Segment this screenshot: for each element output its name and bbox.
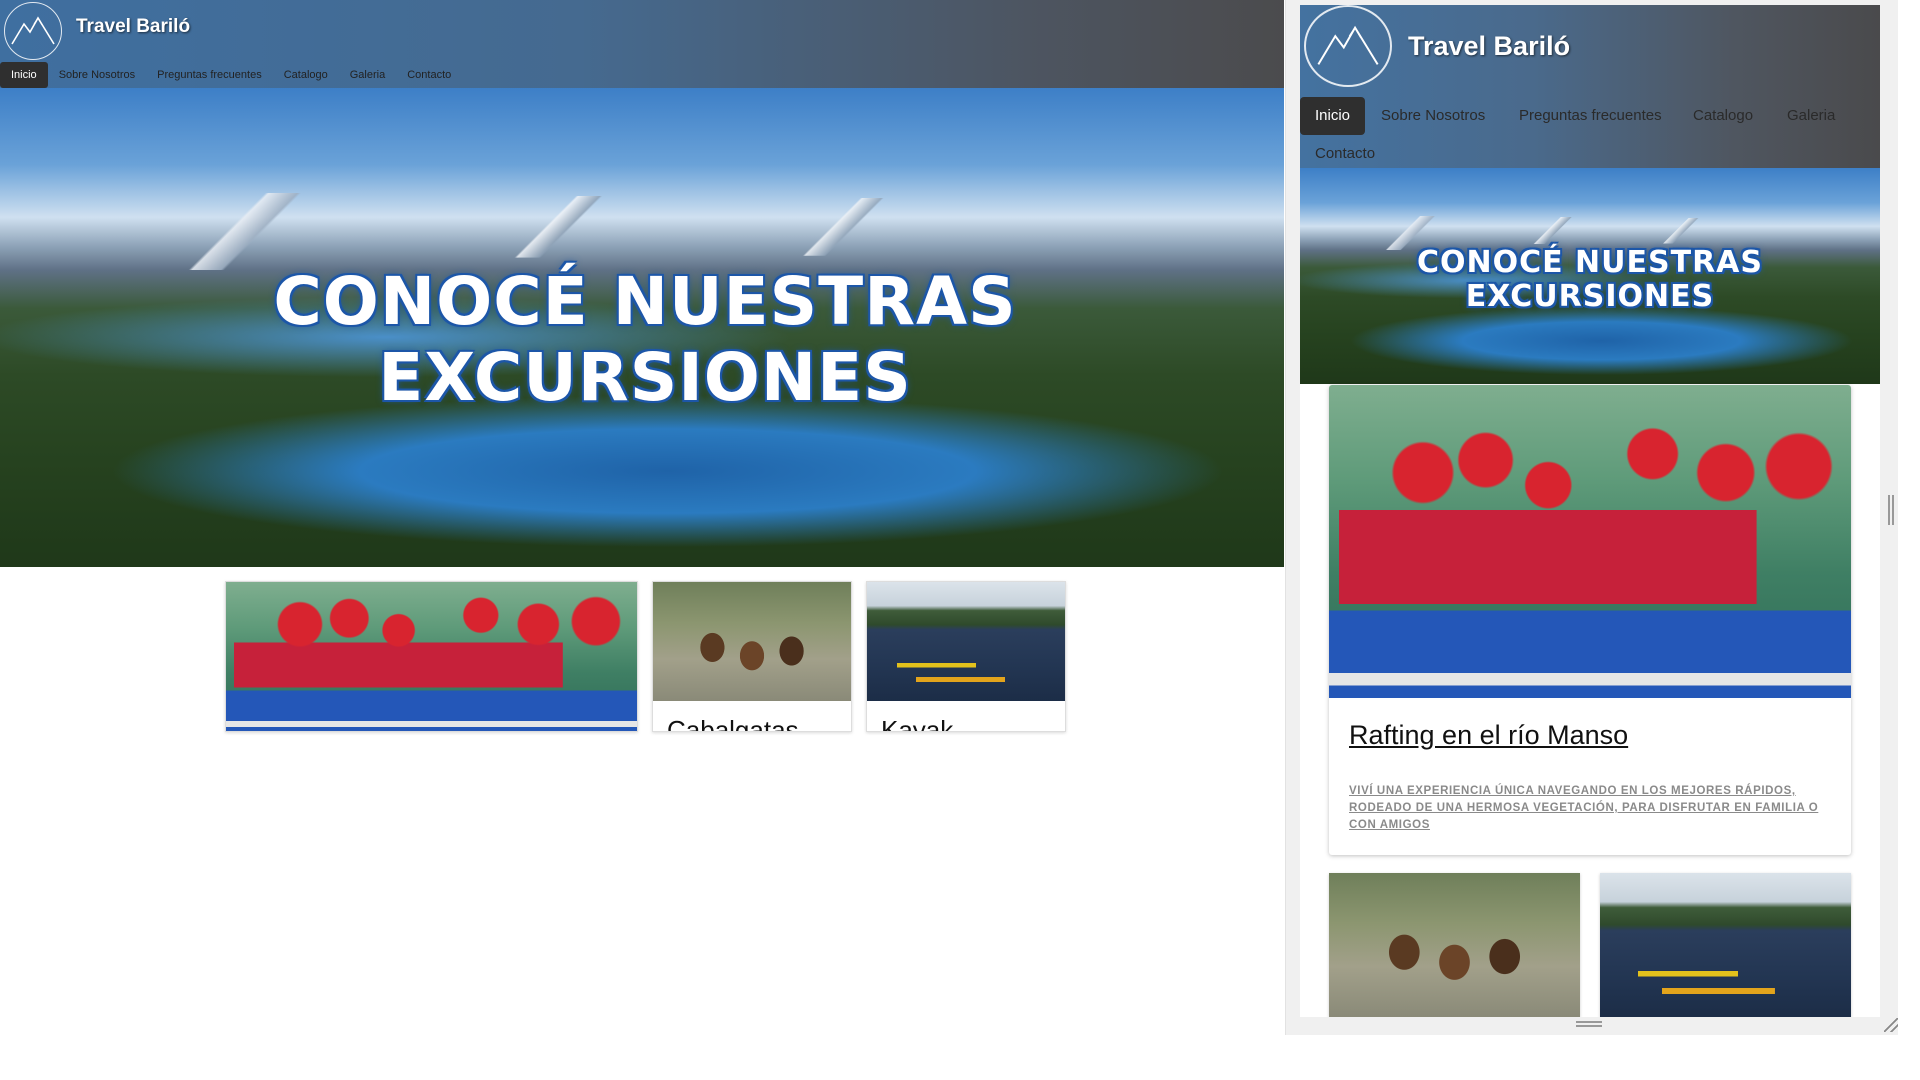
nav-item-sobre-nosotros[interactable]: Sobre Nosotros [48, 62, 146, 88]
hero-title: CONOCÉ NUESTRAS EXCURSIONES [0, 264, 1284, 416]
hero-title-line2: EXCURSIONES [1465, 279, 1715, 314]
excursion-title-cabalgatas[interactable]: Cabalgatas [667, 715, 799, 731]
side-resize-handle[interactable] [1888, 495, 1894, 525]
brand-name[interactable]: Travel Bariló [76, 16, 190, 38]
excursion-card-rafting[interactable]: Rafting en el río Manso Viví una experie… [1329, 385, 1851, 855]
nav-item-inicio[interactable]: Inicio [1300, 97, 1366, 135]
rafting-image [226, 582, 637, 731]
cabalgatas-image[interactable] [1329, 873, 1580, 1017]
cabalgatas-image [653, 582, 851, 701]
bottom-resize-handle[interactable] [1576, 1021, 1602, 1027]
nav-item-galeria[interactable]: Galeria [1772, 97, 1850, 135]
mobile-navbar: Travel Bariló Inicio Sobre Nosotros Preg… [1300, 5, 1880, 168]
excursion-title-rafting[interactable]: Rafting en el río Manso [1349, 720, 1628, 751]
mobile-hero-banner: CONOCÉ NUESTRAS EXCURSIONES [1300, 168, 1880, 384]
mountain-logo-icon[interactable] [1304, 5, 1392, 87]
nav-item-catalogo[interactable]: Catalogo [273, 62, 339, 88]
desktop-viewport: Travel Bariló Inicio Sobre Nosotros Preg… [0, 0, 1284, 1080]
hero-title-line2: EXCURSIONES [378, 339, 912, 416]
nav-item-contacto[interactable]: Contacto [396, 62, 462, 88]
excursion-description-rafting[interactable]: Viví una experiencia única navegando en … [1349, 783, 1829, 834]
nav-menu: Inicio Sobre Nosotros Preguntas frecuent… [0, 62, 462, 88]
hero-banner: CONOCÉ NUESTRAS EXCURSIONES [0, 88, 1284, 567]
nav-item-catalogo[interactable]: Catalogo [1678, 97, 1768, 135]
nav-item-sobre-nosotros[interactable]: Sobre Nosotros [1366, 97, 1500, 135]
mobile-viewport: Travel Bariló Inicio Sobre Nosotros Preg… [1300, 5, 1880, 1017]
mobile-brand-name[interactable]: Travel Bariló [1408, 31, 1570, 62]
nav-item-galeria[interactable]: Galeria [339, 62, 396, 88]
kayak-image[interactable] [1600, 873, 1851, 1017]
rafting-image [1329, 385, 1851, 698]
excursion-card-cabalgatas[interactable]: Cabalgatas [652, 581, 852, 732]
nav-item-inicio[interactable]: Inicio [0, 62, 48, 88]
mountain-logo-icon[interactable] [4, 2, 62, 60]
navbar: Travel Bariló Inicio Sobre Nosotros Preg… [0, 0, 1284, 88]
nav-item-preguntas-frecuentes[interactable]: Preguntas frecuentes [146, 62, 273, 88]
hero-title-line1: CONOCÉ NUESTRAS [1416, 245, 1764, 280]
kayak-image [867, 582, 1065, 701]
excursion-card-rafting[interactable] [225, 581, 638, 732]
hero-title: CONOCÉ NUESTRAS EXCURSIONES [1300, 246, 1880, 314]
hero-title-line1: CONOCÉ NUESTRAS [273, 263, 1017, 340]
excursion-title-kayak[interactable]: Kayak [881, 715, 953, 731]
excursion-card-kayak[interactable]: Kayak [866, 581, 1066, 732]
nav-item-preguntas-frecuentes[interactable]: Preguntas frecuentes [1504, 97, 1677, 135]
corner-resize-handle[interactable] [1884, 1018, 1898, 1032]
